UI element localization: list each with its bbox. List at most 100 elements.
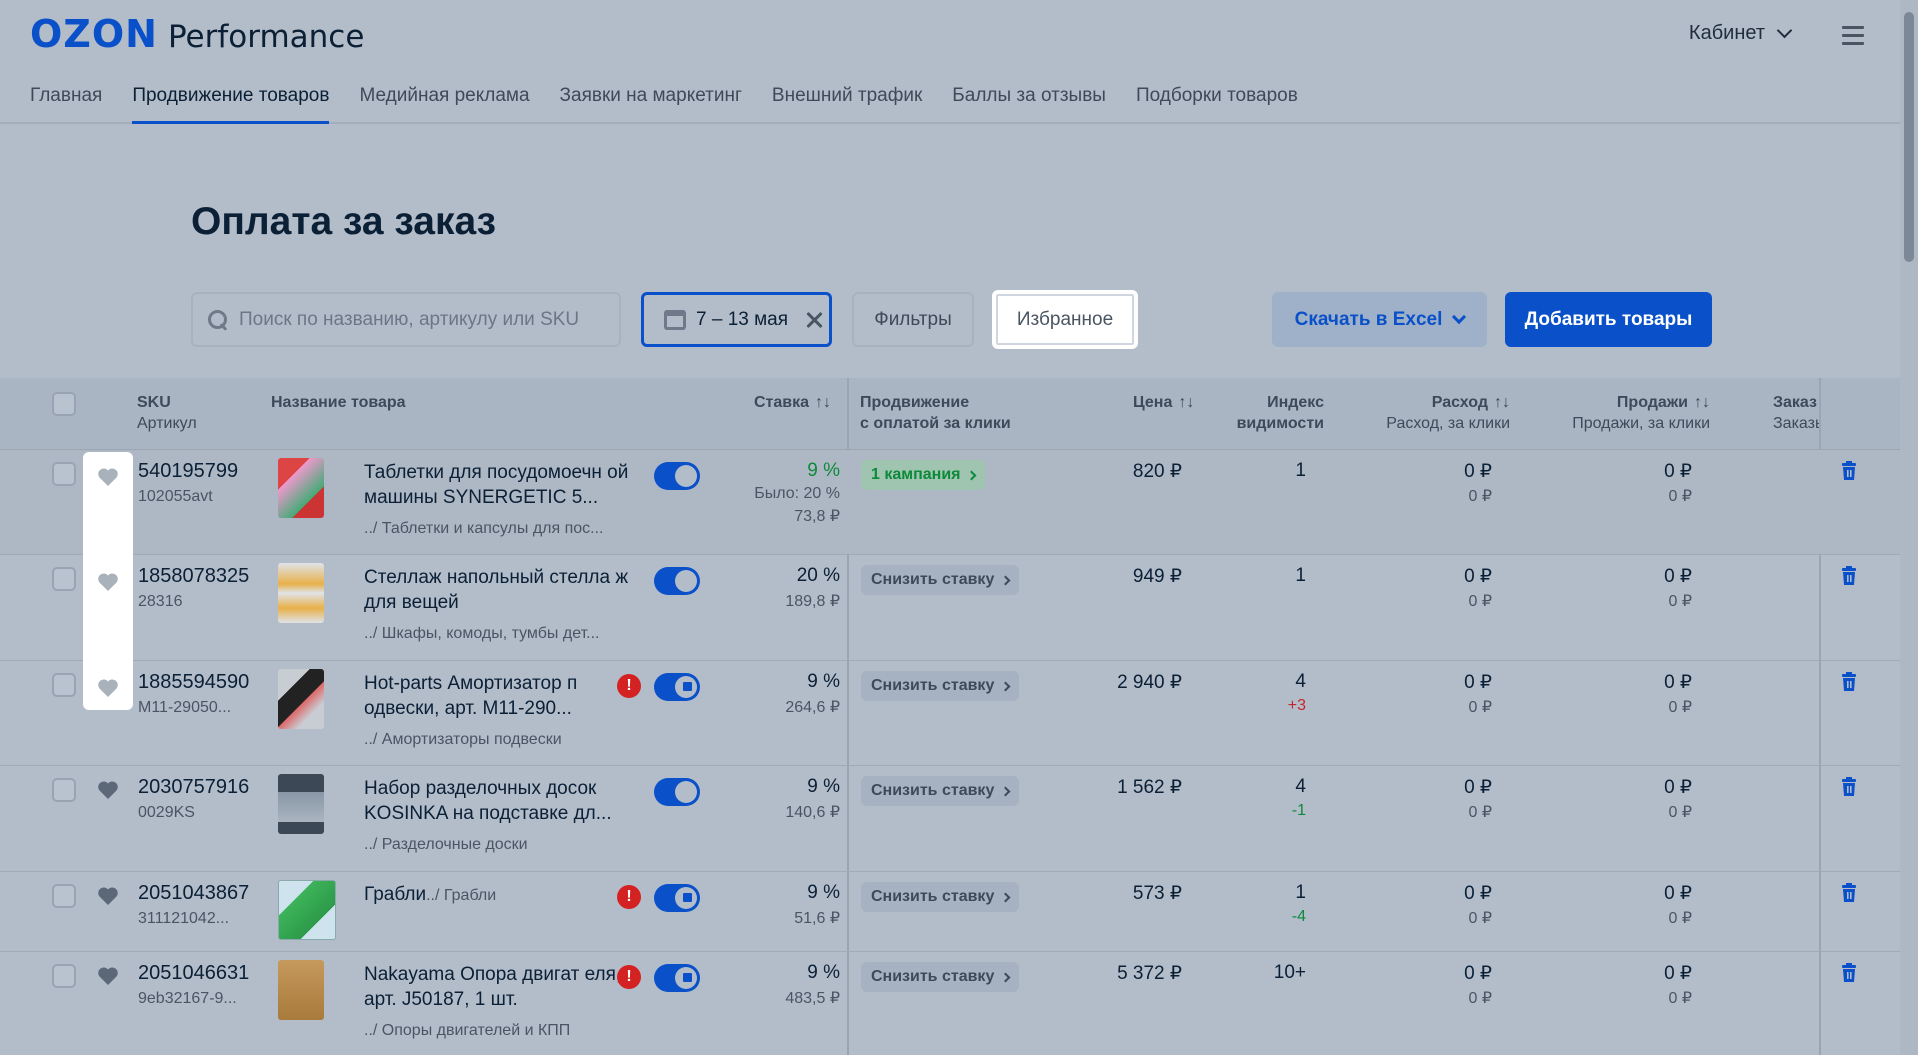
- heart-icon[interactable]: [97, 467, 119, 487]
- nav-item-review-points[interactable]: Баллы за отзывы: [952, 85, 1106, 123]
- row-rate: 9 %: [807, 460, 840, 481]
- warning-icon[interactable]: !: [617, 674, 641, 698]
- close-icon[interactable]: [806, 312, 822, 328]
- product-image[interactable]: [278, 669, 324, 729]
- row-visibility: 4: [1295, 776, 1306, 797]
- lower-rate-button[interactable]: Снизить ставку: [861, 565, 1020, 595]
- lower-rate-button[interactable]: Снизить ставку: [861, 962, 1020, 992]
- cabinet-menu[interactable]: Кабинет: [1689, 22, 1793, 45]
- row-toggle[interactable]: [654, 567, 700, 595]
- row-checkbox[interactable]: [52, 567, 76, 591]
- product-image[interactable]: [278, 774, 324, 834]
- nav-item-collections[interactable]: Подборки товаров: [1136, 85, 1298, 123]
- nav-item-home[interactable]: Главная: [30, 85, 102, 123]
- row-rate-rub: 189,8 ₽: [785, 593, 840, 610]
- row-toggle[interactable]: [654, 462, 700, 490]
- lower-rate-button[interactable]: Снизить ставку: [861, 671, 1020, 701]
- heart-icon[interactable]: [97, 886, 119, 906]
- heart-icon[interactable]: [97, 966, 119, 986]
- menu-icon[interactable]: [1842, 26, 1864, 50]
- row-rate-rub: 73,8 ₽: [794, 508, 840, 525]
- row-product-name[interactable]: Hot-parts Амортизатор п одвески, арт. M1…: [364, 671, 632, 721]
- sort-icon[interactable]: ↑↓: [1694, 392, 1710, 413]
- campaign-badge[interactable]: 1 кампания: [861, 460, 986, 490]
- favorites-button[interactable]: Избранное: [992, 290, 1138, 349]
- row-sku: 2030757916: [138, 776, 250, 798]
- heart-icon[interactable]: [97, 780, 119, 800]
- row-toggle-locked[interactable]: [654, 884, 700, 912]
- row-toggle-locked[interactable]: [654, 964, 700, 992]
- nav-item-promotion[interactable]: Продвижение товаров: [132, 85, 330, 124]
- lower-rate-button[interactable]: Снизить ставку: [861, 882, 1020, 912]
- col-sales[interactable]: Продажи ↑↓ Продажи, за клики: [1540, 392, 1710, 434]
- row-toggle[interactable]: [654, 778, 700, 806]
- product-image[interactable]: [278, 880, 336, 940]
- row-sku: 540195799: [138, 460, 239, 482]
- table-row[interactable]: 540195799 102055avt Таблетки для посудом…: [0, 450, 1900, 555]
- table-row[interactable]: 1885594590 M11-29050... Hot-parts Аморти…: [0, 661, 1900, 766]
- product-image[interactable]: [278, 563, 324, 623]
- add-products-button[interactable]: Добавить товары: [1505, 292, 1712, 347]
- row-checkbox[interactable]: [52, 673, 76, 697]
- row-checkbox[interactable]: [52, 778, 76, 802]
- row-product-name[interactable]: Стеллаж напольный стелла ж для вещей: [364, 565, 632, 615]
- table-row[interactable]: 2051043867 311121042... Грабли../ Грабли…: [0, 872, 1900, 952]
- col-sku: SKU Артикул: [137, 392, 197, 434]
- filters-button[interactable]: Фильтры: [852, 292, 974, 347]
- table-row[interactable]: 1858078325 28316 Стеллаж напольный стелл…: [0, 555, 1900, 661]
- product-image[interactable]: [278, 960, 324, 1020]
- trash-icon[interactable]: [1841, 672, 1857, 691]
- row-visibility: 1: [1295, 882, 1306, 903]
- date-range-label: 7 – 13 мая: [696, 308, 789, 330]
- sort-icon[interactable]: ↑↓: [815, 392, 831, 413]
- table-row[interactable]: 2030757916 0029KS Набор разделочных досо…: [0, 766, 1900, 872]
- warning-icon[interactable]: !: [617, 885, 641, 909]
- select-all-checkbox[interactable]: [52, 392, 76, 416]
- col-rate-label: Ставка: [754, 394, 810, 411]
- row-category: ../ Опоры двигателей и КПП: [364, 1022, 571, 1039]
- col-rate[interactable]: Ставка ↑↓: [754, 392, 831, 413]
- row-toggle-locked[interactable]: [654, 673, 700, 701]
- row-checkbox[interactable]: [52, 884, 76, 908]
- heart-icon[interactable]: [97, 572, 119, 592]
- trash-icon[interactable]: [1841, 461, 1857, 480]
- search-box[interactable]: [191, 292, 621, 347]
- row-visibility-delta: +3: [1287, 697, 1306, 714]
- row-spend-clicks: 0 ₽: [1468, 699, 1492, 716]
- heart-icon[interactable]: [97, 678, 119, 698]
- date-range-button[interactable]: 7 – 13 мая: [641, 292, 832, 347]
- col-spend[interactable]: Расход ↑↓ Расход, за клики: [1370, 392, 1510, 434]
- row-product-name[interactable]: Таблетки для посудомоечн ой машины SYNER…: [364, 460, 632, 510]
- search-input[interactable]: [239, 308, 599, 331]
- sort-icon[interactable]: ↑↓: [1178, 392, 1194, 413]
- lower-rate-label: Снизить ставку: [871, 888, 995, 905]
- chevron-right-icon: [1000, 786, 1011, 796]
- trash-icon[interactable]: [1841, 566, 1857, 585]
- row-spend: 0 ₽: [1464, 566, 1492, 587]
- col-price[interactable]: Цена ↑↓: [1133, 392, 1194, 413]
- row-product-name[interactable]: Nakayama Опора двигат еля, арт. J50187, …: [364, 962, 632, 1012]
- row-checkbox[interactable]: [52, 964, 76, 988]
- scrollbar-thumb[interactable]: [1904, 12, 1914, 262]
- trash-icon[interactable]: [1841, 883, 1857, 902]
- nav-item-marketing[interactable]: Заявки на маркетинг: [560, 85, 742, 123]
- table-row[interactable]: 2051046631 9eb32167-9... Nakayama Опора …: [0, 952, 1900, 1055]
- row-sku: 1858078325: [138, 565, 250, 587]
- page-scrollbar[interactable]: [1900, 0, 1918, 1055]
- trash-icon[interactable]: [1841, 777, 1857, 796]
- lower-rate-button[interactable]: Снизить ставку: [861, 776, 1020, 806]
- trash-icon[interactable]: [1841, 963, 1857, 982]
- product-image[interactable]: [278, 458, 324, 518]
- nav-item-external-traffic[interactable]: Внешний трафик: [772, 85, 922, 123]
- nav-item-media[interactable]: Медийная реклама: [359, 85, 529, 123]
- logo[interactable]: OZON Performance: [30, 12, 364, 56]
- sort-icon[interactable]: ↑↓: [1494, 392, 1510, 413]
- search-icon: [207, 309, 229, 331]
- warning-icon[interactable]: !: [617, 965, 641, 989]
- row-product-name[interactable]: Набор разделочных досок KOSINKA на подст…: [364, 776, 632, 826]
- excel-download-button[interactable]: Скачать в Excel: [1272, 292, 1487, 347]
- row-category: ../ Таблетки и капсулы для пос...: [364, 520, 604, 537]
- row-product-name[interactable]: Грабли../ Грабли: [364, 882, 496, 908]
- row-checkbox[interactable]: [52, 462, 76, 486]
- row-price: 949 ₽: [1132, 566, 1182, 587]
